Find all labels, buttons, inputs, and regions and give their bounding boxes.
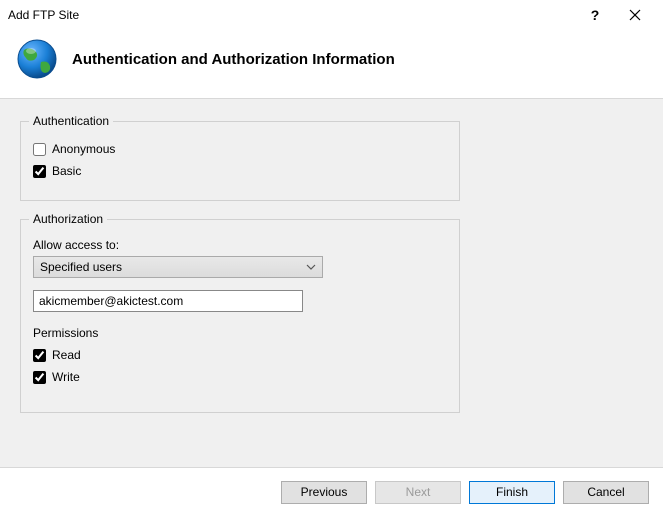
previous-button[interactable]: Previous	[281, 481, 367, 504]
anonymous-label: Anonymous	[52, 142, 115, 156]
allow-access-select[interactable]: Specified users	[33, 256, 323, 278]
window-title: Add FTP Site	[8, 8, 575, 22]
allow-access-selected: Specified users	[40, 260, 122, 274]
write-checkbox-row[interactable]: Write	[33, 370, 447, 384]
close-icon	[629, 9, 641, 21]
authentication-legend: Authentication	[29, 114, 113, 128]
authentication-group: Authentication Anonymous Basic	[20, 121, 460, 201]
write-label: Write	[52, 370, 80, 384]
close-button[interactable]	[615, 0, 655, 30]
chevron-down-icon	[306, 264, 316, 270]
read-label: Read	[52, 348, 81, 362]
help-button[interactable]: ?	[575, 0, 615, 30]
write-checkbox[interactable]	[33, 371, 46, 384]
read-checkbox[interactable]	[33, 349, 46, 362]
authorization-legend: Authorization	[29, 212, 107, 226]
basic-checkbox-row[interactable]: Basic	[33, 164, 447, 178]
authorization-group: Authorization Allow access to: Specified…	[20, 219, 460, 413]
globe-icon	[16, 38, 58, 80]
basic-label: Basic	[52, 164, 81, 178]
page-title: Authentication and Authorization Informa…	[72, 51, 395, 68]
anonymous-checkbox-row[interactable]: Anonymous	[33, 142, 447, 156]
read-checkbox-row[interactable]: Read	[33, 348, 447, 362]
next-button: Next	[375, 481, 461, 504]
cancel-button[interactable]: Cancel	[563, 481, 649, 504]
allow-access-label: Allow access to:	[33, 238, 447, 252]
titlebar: Add FTP Site ?	[0, 0, 663, 30]
content-area: Authentication Anonymous Basic Authoriza…	[0, 98, 663, 468]
permissions-label: Permissions	[33, 326, 447, 340]
finish-button[interactable]: Finish	[469, 481, 555, 504]
button-bar: Previous Next Finish Cancel	[0, 468, 663, 516]
users-input[interactable]	[33, 290, 303, 312]
anonymous-checkbox[interactable]	[33, 143, 46, 156]
wizard-header: Authentication and Authorization Informa…	[0, 30, 663, 98]
basic-checkbox[interactable]	[33, 165, 46, 178]
